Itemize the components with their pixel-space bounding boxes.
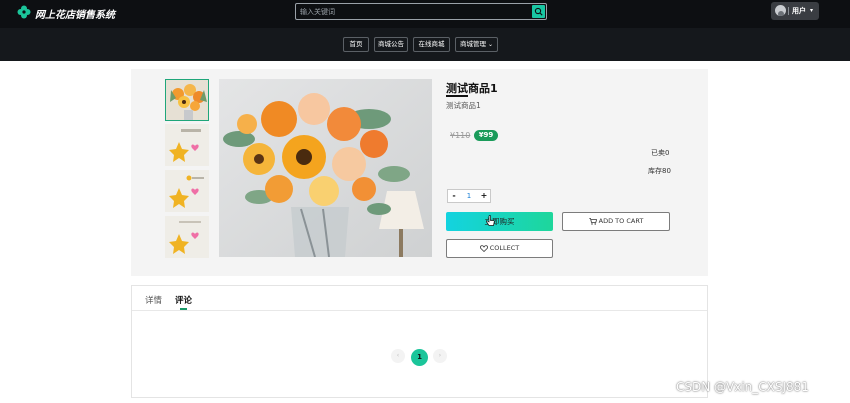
quantity-increase-button[interactable]: + — [478, 190, 490, 202]
product-main-image — [219, 79, 432, 257]
search-icon — [534, 7, 543, 16]
thumbnail-4[interactable] — [165, 216, 209, 258]
detail-tabs-panel: 详情 评论 — [131, 285, 708, 398]
search-box — [295, 3, 547, 20]
quantity-stepper: - 1 + — [447, 189, 491, 203]
search-input[interactable] — [296, 4, 528, 19]
nav-item-home[interactable]: 首页 — [343, 37, 369, 52]
quantity-value[interactable]: 1 — [460, 190, 478, 202]
hand-cursor-icon — [486, 215, 495, 226]
heart-icon — [479, 244, 488, 252]
thumbnail-3[interactable] — [165, 170, 209, 212]
cart-icon — [588, 217, 597, 225]
bouquet-thumbnail-image — [166, 80, 208, 120]
sold-count: 已卖0 — [651, 149, 670, 157]
user-menu-button[interactable]: 用户 ▾ — [771, 2, 819, 20]
add-to-cart-button[interactable]: ADD TO CART — [562, 212, 670, 231]
collect-button[interactable]: COLLECT — [446, 239, 553, 258]
star-thumbnail-image — [165, 124, 209, 166]
top-bar: 网上花店销售系统 用户 ▾ — [0, 0, 850, 28]
flower-logo-icon — [17, 5, 31, 19]
star-thumbnail-image — [165, 216, 209, 258]
product-title: 测试商品1 — [446, 82, 498, 95]
tabs-divider — [132, 310, 707, 311]
chevron-down-icon: ⌄ — [487, 41, 493, 48]
star-thumbnail-image — [165, 170, 209, 212]
original-price: ¥110 — [450, 131, 471, 140]
add-to-cart-label: ADD TO CART — [598, 217, 644, 225]
thumbnail-1[interactable] — [165, 79, 209, 121]
user-separator — [788, 7, 789, 15]
current-price-badge: ¥99 — [474, 130, 498, 141]
avatar — [775, 5, 786, 16]
nav-item-notice[interactable]: 商城公告 — [374, 37, 408, 52]
product-subtitle: 测试商品1 — [446, 101, 481, 110]
bouquet-image — [219, 79, 432, 257]
search-button[interactable] — [532, 5, 545, 18]
tab-comment[interactable]: 评论 — [175, 294, 192, 306]
pagination-page-1[interactable]: 1 — [411, 349, 428, 366]
pagination-next-button[interactable]: › — [433, 349, 447, 363]
collect-label: COLLECT — [489, 244, 520, 252]
buy-now-button[interactable]: 立即购买 — [446, 212, 553, 231]
thumbnail-2[interactable] — [165, 124, 209, 166]
tab-detail[interactable]: 详情 — [145, 294, 162, 306]
pagination-prev-button[interactable]: ‹ — [391, 349, 405, 363]
nav-bar: 首页 商城公告 在线商城 商城管理 ⌄ — [0, 28, 850, 61]
nav-item-mall[interactable]: 在线商城 — [413, 37, 450, 52]
caret-down-icon: ▾ — [810, 7, 814, 14]
nav-item-manage-label: 商城管理 — [460, 40, 486, 48]
quantity-decrease-button[interactable]: - — [448, 190, 460, 202]
watermark: CSDN @Vxin_CXSJ881 — [676, 380, 809, 394]
title-underline — [446, 95, 468, 97]
nav-item-manage[interactable]: 商城管理 ⌄ — [455, 37, 498, 52]
stock-count: 库存80 — [648, 167, 671, 175]
user-label: 用户 — [792, 7, 806, 15]
site-name[interactable]: 网上花店销售系统 — [35, 6, 115, 21]
